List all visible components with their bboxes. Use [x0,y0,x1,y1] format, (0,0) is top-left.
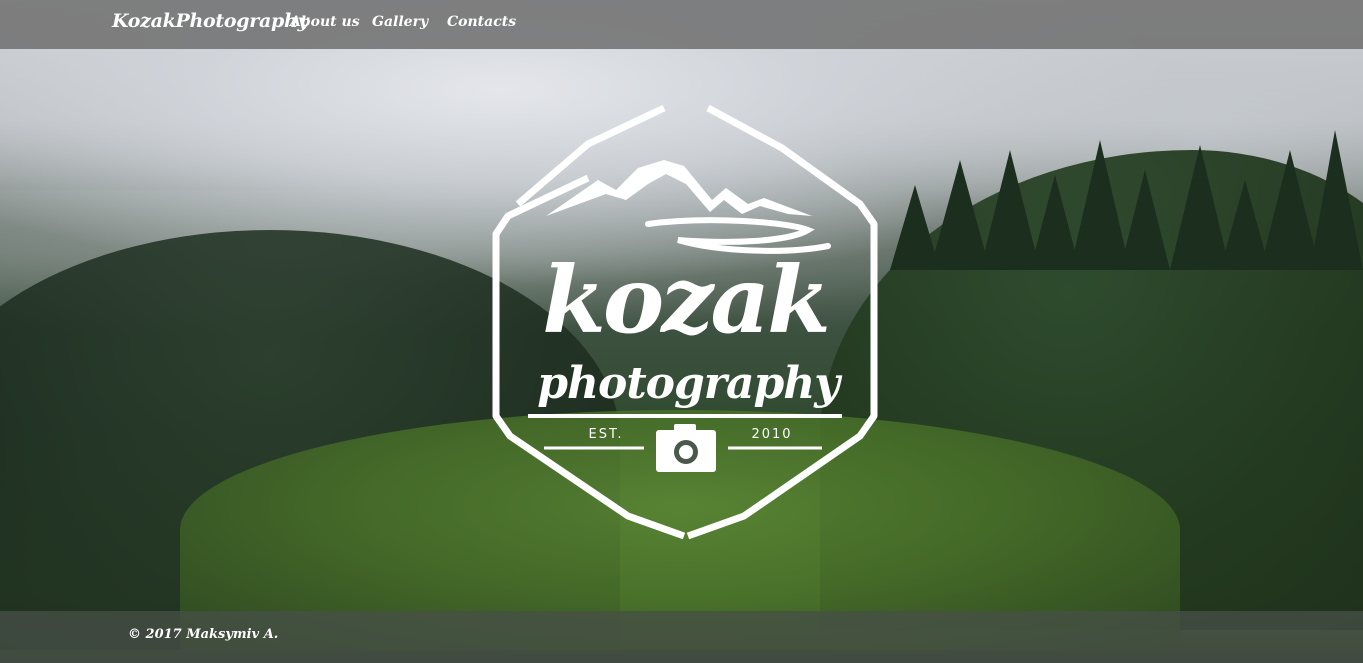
nav-link-about[interactable]: About us [290,14,360,30]
mountains-icon [546,160,812,216]
nav-link-gallery[interactable]: Gallery [372,14,428,30]
logo-word-kozak: kozak [542,246,828,354]
tree-silhouettes [890,130,1363,270]
camera-icon [656,424,716,472]
footer-bar: © 2017 Maksymiv A. [0,611,1363,663]
nav-link-contacts[interactable]: Contacts [447,14,516,30]
page: KozakPhotography About us Gallery Contac… [0,0,1363,663]
kozak-photography-logo: kozak photography EST. 2010 [492,104,878,540]
copyright-text: © 2017 Maksymiv A. [128,627,279,642]
logo-year: 2010 [751,427,792,442]
logo-est-label: EST. [589,427,624,442]
top-navbar: KozakPhotography About us Gallery Contac… [0,0,1363,49]
brand-link[interactable]: KozakPhotography [112,10,309,32]
logo-word-photography: photography [537,358,843,409]
